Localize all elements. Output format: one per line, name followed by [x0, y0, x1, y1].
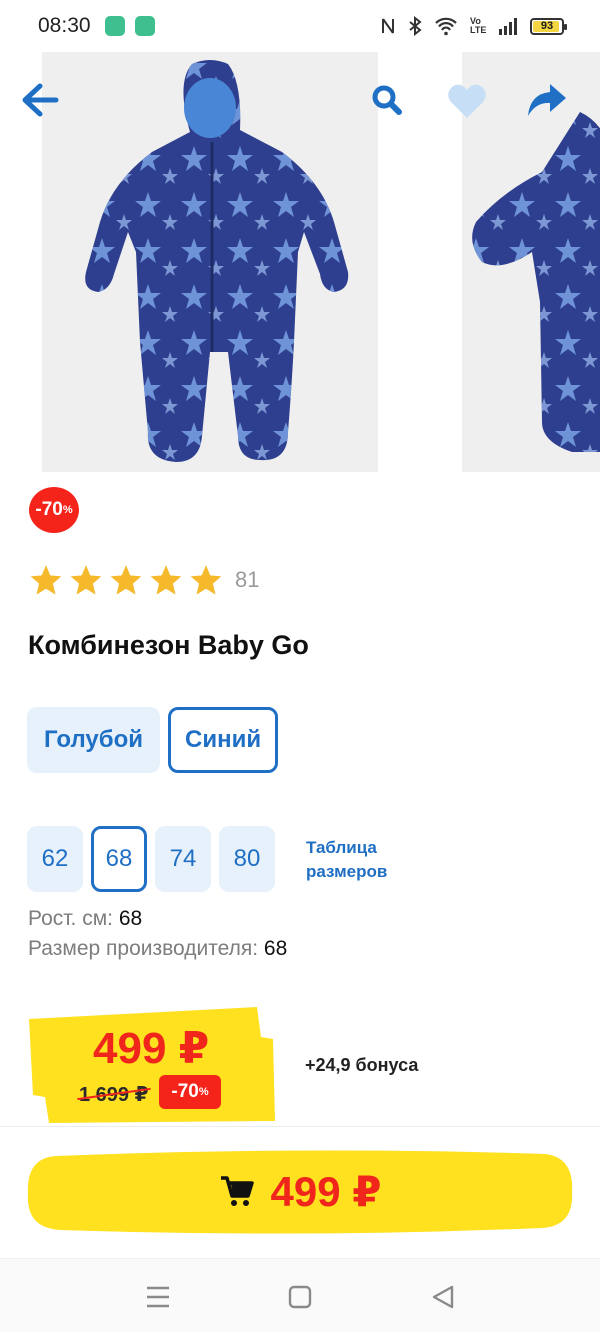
product-photo-main[interactable] [42, 52, 378, 472]
color-option-light-blue[interactable]: Голубой [27, 707, 160, 773]
discount-badge-unit: % [62, 504, 73, 516]
system-nav-bar [0, 1258, 600, 1332]
height-value: 68 [118, 907, 143, 930]
volte-label: Vo LTE [470, 16, 487, 35]
price-discount-value: -70 [171, 1081, 199, 1102]
cart-icon [220, 1176, 254, 1206]
home-square-icon[interactable] [285, 1283, 315, 1311]
size-table-link[interactable]: Таблица размеров [306, 836, 387, 884]
size-table-link-line2: размеров [306, 862, 388, 881]
battery-icon: 93 [530, 17, 567, 35]
height-label: Рост. см: [28, 907, 113, 930]
status-icons: Vo LTE 93 [380, 12, 567, 40]
status-time: 08:30 [38, 14, 91, 37]
price-block: 499 ₽ 1 699 ₽ -70% [27, 1005, 277, 1123]
size-options: 62 68 74 80 [27, 826, 275, 892]
menu-icon[interactable] [143, 1283, 173, 1311]
star-icon [110, 565, 142, 595]
size-option-80[interactable]: 80 [219, 826, 275, 892]
status-bar: 08:30 Vo LTE 93 [0, 0, 600, 52]
nfc-icon [382, 18, 394, 34]
search-icon[interactable] [370, 82, 404, 118]
bonus-text: +24,9 бонуса [305, 1055, 419, 1075]
color-options: Голубой Синий [27, 707, 279, 773]
discount-badge-value: -70 [35, 499, 63, 520]
price-old: 1 699 ₽ [79, 1084, 149, 1106]
signal-icon [499, 18, 517, 35]
price-discount-unit: % [198, 1086, 209, 1098]
price-current: 499 ₽ [93, 1024, 210, 1073]
color-option-blue[interactable]: Синий [168, 707, 279, 773]
cart-button-content: 499 ₽ [26, 1148, 574, 1234]
size-option-74[interactable]: 74 [155, 826, 211, 892]
product-gallery[interactable] [0, 52, 600, 474]
star-icon [30, 565, 62, 595]
battery-level: 93 [540, 20, 554, 32]
discount-badge: -70% [29, 487, 79, 533]
shield-app-icon [105, 16, 125, 36]
rating-count: 81 [235, 567, 260, 592]
bluetooth-icon [409, 16, 422, 36]
size-option-62[interactable]: 62 [27, 826, 83, 892]
price-discount-badge: -70% [159, 1075, 221, 1109]
heart-icon[interactable] [446, 82, 488, 122]
share-icon[interactable] [526, 80, 568, 120]
cart-button-price: 499 ₽ [270, 1167, 382, 1215]
add-to-cart-button[interactable]: 499 ₽ [26, 1148, 574, 1234]
maker-size-value: 68 [263, 937, 288, 960]
height-spec: Рост. см: 68 [28, 907, 142, 931]
wifi-icon [435, 17, 457, 36]
product-title: Комбинезон Baby Go [28, 630, 309, 660]
divider [0, 1126, 600, 1127]
maker-size-label: Размер производителя: [28, 937, 259, 960]
size-table-link-line1: Таблица [306, 838, 377, 857]
chat-app-icon [135, 16, 155, 36]
maker-size-spec: Размер производителя: 68 [28, 937, 287, 961]
star-icon [70, 565, 102, 595]
star-icon [150, 565, 182, 595]
star-icon [190, 565, 222, 595]
jumpsuit-image [85, 60, 349, 462]
back-triangle-icon[interactable] [428, 1283, 458, 1311]
rating[interactable]: 81 [29, 563, 259, 597]
back-arrow-icon[interactable] [20, 82, 60, 118]
size-option-68[interactable]: 68 [91, 826, 147, 892]
